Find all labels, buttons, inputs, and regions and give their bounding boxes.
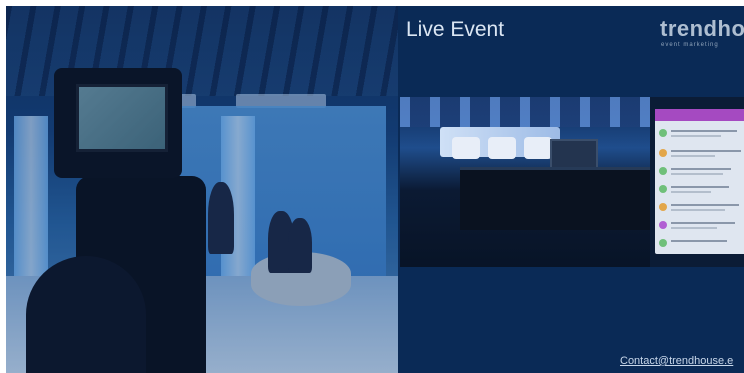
studio-photo — [6, 6, 398, 373]
avatar — [659, 167, 667, 175]
brand-tagline: event marketing — [661, 42, 719, 48]
chat-header — [655, 109, 744, 121]
avatar — [659, 221, 667, 229]
chat-message — [659, 165, 743, 179]
avatar — [659, 239, 667, 247]
stream-video — [400, 97, 650, 267]
avatar — [659, 129, 667, 137]
brand-logo: trendhou — [660, 16, 744, 41]
stream-preview-screenshot — [400, 97, 744, 267]
chat-message — [659, 201, 743, 215]
chat-message — [659, 219, 743, 233]
avatar — [659, 203, 667, 211]
chat-message — [659, 127, 743, 141]
live-event-banner: Live Event trendhou event marketing — [6, 6, 744, 373]
mixing-console — [460, 167, 650, 230]
avatar — [659, 149, 667, 157]
event-info-panel: Live Event trendhou event marketing — [398, 6, 744, 373]
chat-message — [659, 147, 743, 161]
chat-message — [659, 237, 743, 251]
contact-email-link[interactable]: Contact@trendhouse.e — [620, 355, 733, 367]
live-chat-panel — [655, 109, 744, 254]
avatar — [659, 185, 667, 193]
event-title: Live Event — [406, 18, 505, 41]
chat-message — [659, 183, 743, 197]
